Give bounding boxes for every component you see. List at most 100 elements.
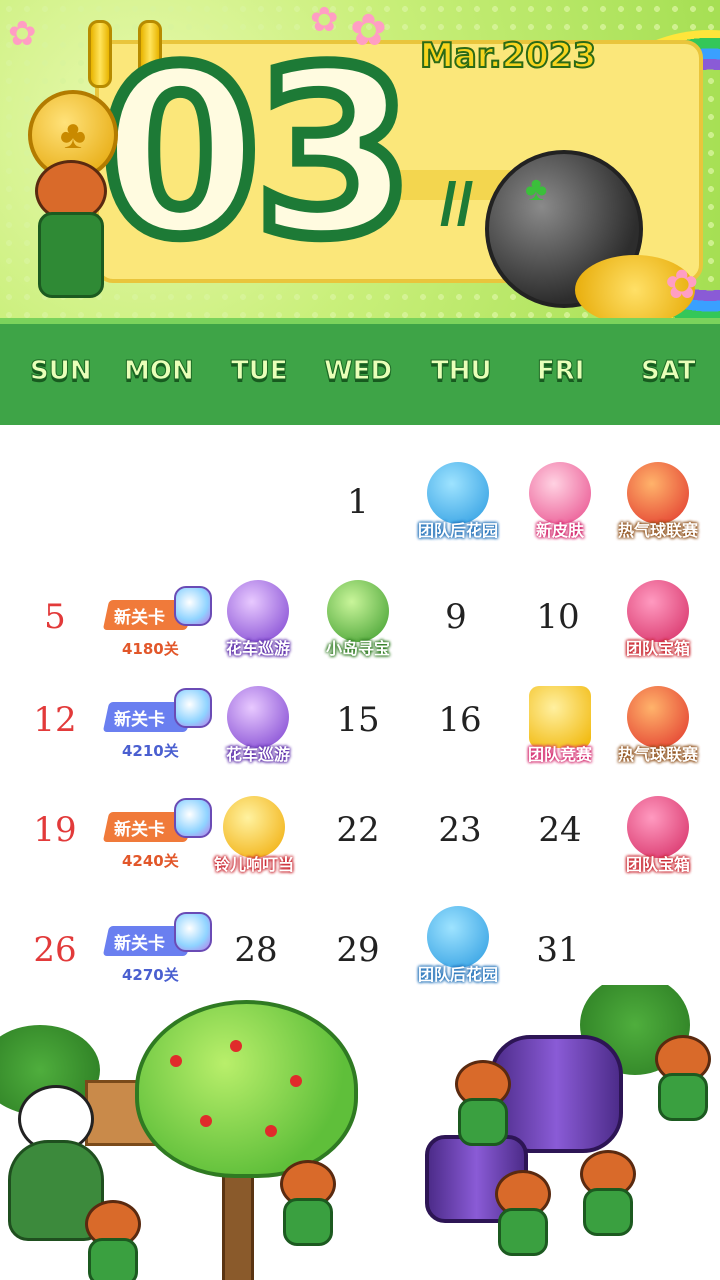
day-10[interactable]: 10 <box>536 597 579 637</box>
flower-icon: ✿ <box>310 1 339 39</box>
event-team-contest[interactable]: 团队竞赛 <box>510 686 610 766</box>
ribbon-level: 4180关 <box>122 640 179 658</box>
red-panda-body <box>283 1198 333 1246</box>
weekday-sun: SUN <box>30 356 93 387</box>
hot-air-balloon-icon <box>627 686 689 748</box>
event-label: 新皮肤 <box>535 521 585 541</box>
weekday-wed: WED <box>323 356 393 387</box>
event-island-treasure[interactable]: 小岛寻宝 <box>308 580 408 660</box>
ribbon-title: 新关卡 <box>114 710 165 730</box>
red-panda-body <box>458 1098 508 1146</box>
weekday-fri: FRI <box>536 356 585 387</box>
red-panda-body <box>38 212 104 298</box>
red-panda-icon <box>275 1160 336 1246</box>
ribbon-level: 4270关 <box>122 966 179 984</box>
flower-icon: ✿ <box>665 263 699 307</box>
ribbon-title: 新关卡 <box>114 608 165 628</box>
weekday-mon: MON <box>124 356 195 387</box>
red-panda-icon <box>80 1200 141 1280</box>
event-label: 花车巡游 <box>225 639 291 659</box>
event-label: 团队后花园 <box>417 965 499 985</box>
slash-decoration: // <box>440 171 474 238</box>
event-new-skin[interactable]: 新皮肤 <box>510 462 610 542</box>
day-31[interactable]: 31 <box>536 930 579 970</box>
ribbon-level: 4210关 <box>122 742 179 760</box>
day-15[interactable]: 15 <box>336 700 379 740</box>
red-panda-body <box>498 1208 548 1256</box>
flower-icon: ✿ <box>8 15 37 53</box>
apple-icon <box>170 1055 182 1067</box>
red-panda-icon <box>490 1170 551 1256</box>
weekday-sat: SAT <box>641 356 697 387</box>
day-19[interactable]: 19 <box>33 810 76 850</box>
event-label: 小岛寻宝 <box>325 639 391 659</box>
event-new-level[interactable]: 新关卡 4240关 <box>102 798 212 876</box>
weekday-tue: TUE <box>231 356 289 387</box>
red-panda-mascot <box>20 150 115 310</box>
event-team-chest[interactable]: 团队宝箱 <box>608 796 708 876</box>
day-9[interactable]: 9 <box>445 597 467 637</box>
event-team-garden[interactable]: 团队后花园 <box>408 906 508 986</box>
event-label: 团队后花园 <box>417 521 499 541</box>
ribbon-title: 新关卡 <box>114 934 165 954</box>
red-panda-body <box>88 1238 138 1280</box>
apple-icon <box>290 1075 302 1087</box>
candy-jar-icon <box>174 912 212 952</box>
event-label: 热气球联赛 <box>617 521 699 541</box>
day-28[interactable]: 28 <box>234 930 277 970</box>
event-label: 团队宝箱 <box>625 639 691 659</box>
event-label: 热气球联赛 <box>617 745 699 765</box>
day-29[interactable]: 29 <box>336 930 379 970</box>
clover-icon: ♣ <box>525 170 548 208</box>
month-label: Mar.2023 <box>419 35 597 77</box>
crown-icon <box>529 686 591 748</box>
red-panda-icon <box>575 1150 636 1236</box>
day-26[interactable]: 26 <box>33 930 76 970</box>
red-panda-icon <box>450 1060 511 1146</box>
bottom-illustration <box>0 985 720 1280</box>
float-icon <box>227 580 289 642</box>
ribbon-level: 4240关 <box>122 852 179 870</box>
candy-jar-icon <box>174 586 212 626</box>
weekday-thu: THU <box>431 356 493 387</box>
apple-icon <box>265 1125 277 1137</box>
candy-jar-icon <box>174 688 212 728</box>
event-jingle-bells[interactable]: 铃儿响叮当 <box>204 796 304 876</box>
red-panda-body <box>583 1188 633 1236</box>
red-panda-icon <box>30 160 110 300</box>
apple-icon <box>230 1040 242 1052</box>
watering-can-icon <box>427 462 489 524</box>
treasure-chest-icon <box>627 796 689 858</box>
calendar-header: 03 // Mar.2023 ♣ ♣ ✿ ✿ ✿ ✿ SUN MON TUE W… <box>0 0 720 425</box>
event-team-garden[interactable]: 团队后花园 <box>408 462 508 542</box>
event-label: 团队竞赛 <box>527 745 593 765</box>
event-balloon-league[interactable]: 热气球联赛 <box>608 462 708 542</box>
day-23[interactable]: 23 <box>438 810 481 850</box>
event-float-parade[interactable]: 花车巡游 <box>208 580 308 660</box>
treasure-chest-icon <box>627 580 689 642</box>
day-5[interactable]: 5 <box>44 597 66 637</box>
teddy-bear-icon <box>529 462 591 524</box>
day-24[interactable]: 24 <box>538 810 581 850</box>
watering-can-icon <box>427 906 489 968</box>
event-new-level[interactable]: 新关卡 4210关 <box>102 688 212 766</box>
day-22[interactable]: 22 <box>336 810 379 850</box>
event-balloon-league[interactable]: 热气球联赛 <box>608 686 708 766</box>
red-panda-body <box>658 1073 708 1121</box>
event-team-chest[interactable]: 团队宝箱 <box>608 580 708 660</box>
flower-icon: ✿ <box>350 6 387 55</box>
event-new-level[interactable]: 新关卡 4270关 <box>102 912 212 990</box>
event-label: 团队宝箱 <box>625 855 691 875</box>
red-panda-icon <box>650 1035 711 1121</box>
float-icon <box>227 686 289 748</box>
event-float-parade[interactable]: 花车巡游 <box>208 686 308 766</box>
event-new-level[interactable]: 新关卡 4180关 <box>102 586 212 664</box>
month-number: 03 <box>94 21 420 288</box>
day-12[interactable]: 12 <box>33 700 76 740</box>
palm-tree-icon <box>327 580 389 642</box>
day-1[interactable]: 1 <box>347 482 369 522</box>
day-16[interactable]: 16 <box>438 700 481 740</box>
bell-icon <box>223 796 285 858</box>
event-label: 铃儿响叮当 <box>213 855 295 875</box>
hot-air-balloon-icon <box>627 462 689 524</box>
